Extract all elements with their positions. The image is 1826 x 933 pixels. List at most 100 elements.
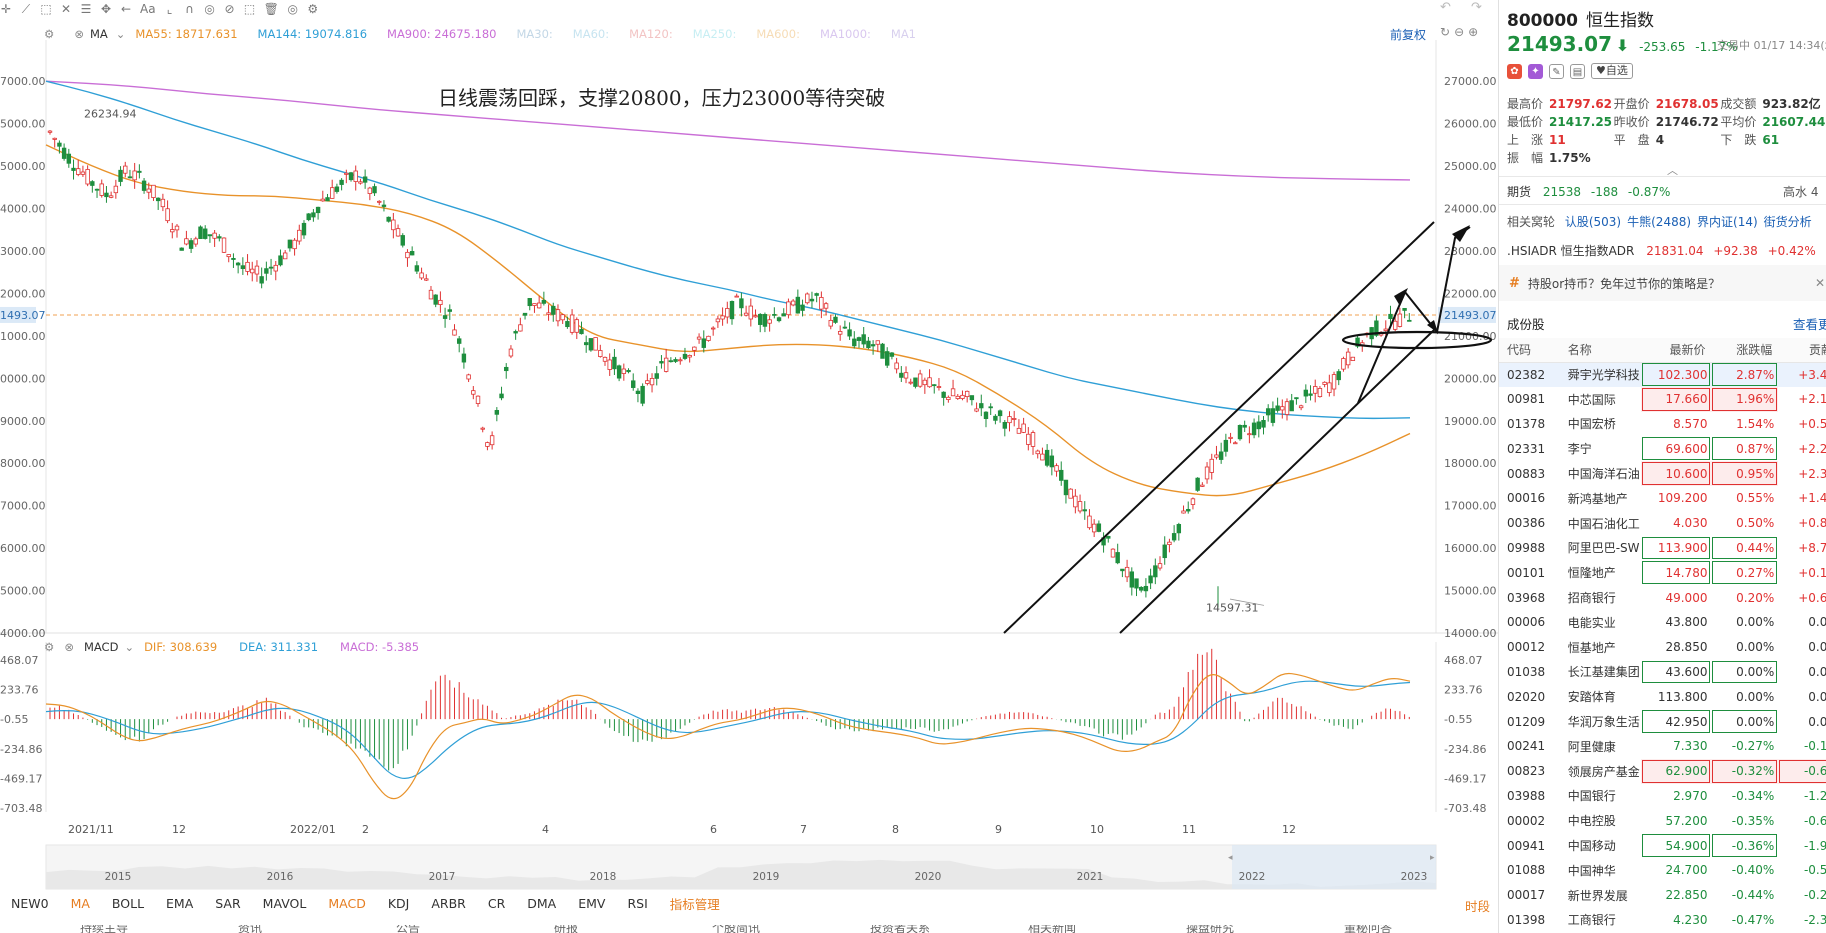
indicator-tab[interactable]: MA — [71, 896, 90, 911]
table-row[interactable]: 00016 新鸿基地产 109.200 0.55% +1.40 — [1499, 486, 1826, 511]
table-row[interactable]: 00006 电能实业 43.800 0.00% 0.00 — [1499, 610, 1826, 635]
stat-label: 平均价 — [1720, 114, 1757, 129]
plugin-icon[interactable]: ✦ — [1528, 63, 1543, 79]
chevron-down-icon[interactable]: ⌄ — [116, 27, 126, 41]
candle-body — [1237, 424, 1243, 440]
warrant-link[interactable]: 认股(503) — [1565, 215, 1621, 229]
warrant-link[interactable]: 界内证(14) — [1697, 215, 1758, 229]
table-row[interactable]: 00241 阿里健康 7.330 -0.27% -0.18 — [1499, 734, 1826, 759]
indicator-tab[interactable]: MAVOL — [263, 896, 307, 911]
view-more-link[interactable]: 查看更多 — [1793, 314, 1826, 333]
draw-tool-9-icon[interactable]: ∩ — [184, 2, 196, 16]
indicator-tab[interactable]: BOLL — [112, 896, 144, 911]
add-watchlist-button[interactable]: ♥自选 — [1591, 63, 1633, 79]
draw-tool-1-icon[interactable]: ⟋ — [20, 2, 32, 17]
table-row[interactable]: 00101 恒隆地产 14.7800.27% +0.18 — [1499, 560, 1826, 585]
table-row[interactable]: 01088 中国神华 24.700 -0.40% -0.54 — [1499, 858, 1826, 883]
table-row[interactable]: 02331 李宁 69.6000.87% +2.29 — [1499, 436, 1826, 461]
table-row[interactable]: 00941 中国移动 54.900-0.36% -1.98 — [1499, 833, 1826, 858]
draw-tool-14-icon[interactable]: ◎ — [287, 2, 299, 16]
info-tab[interactable]: 董秘问答 — [1344, 925, 1392, 933]
close-icon[interactable]: ⊗ — [74, 27, 84, 41]
minus-icon[interactable]: ⊖ — [1454, 25, 1468, 39]
note-icon[interactable]: ✎ — [1549, 63, 1564, 79]
warrant-link[interactable]: 街货分析 — [1764, 215, 1812, 229]
table-row[interactable]: 00883 中国海洋石油10.6000.95% +2.32 — [1499, 461, 1826, 486]
ma-indicator-label[interactable]: MA — [90, 27, 108, 41]
info-tab[interactable]: 研报 — [554, 925, 578, 933]
draw-tool-13-icon[interactable]: 🗑 — [264, 2, 279, 16]
close-promo-icon[interactable]: ✕ — [1815, 276, 1825, 290]
draw-tool-2-icon[interactable]: ⬚ — [40, 2, 52, 16]
column-header[interactable]: 名称 — [1559, 338, 1641, 363]
indicator-tab[interactable]: EMA — [166, 896, 193, 911]
indicator-tab[interactable]: KDJ — [388, 896, 410, 911]
table-row[interactable]: 03968 招商银行 49.000 0.20% +0.63 — [1499, 585, 1826, 610]
redo-icon[interactable]: ↷ — [1471, 0, 1490, 15]
chart-annotation[interactable]: 日线震荡回踩，支撑20800，压力23000等待突破 — [438, 82, 885, 111]
draw-tool-5-icon[interactable]: ✥ — [100, 2, 112, 16]
undo-icon[interactable]: ↶ — [1440, 0, 1459, 15]
promo-banner[interactable]: # 持股or持币？免年过节你的策略是？ ✕ — [1499, 265, 1826, 301]
settings-icon[interactable]: ⚙ — [44, 27, 54, 41]
table-row[interactable]: 00017 新世界发展 22.850 -0.44% -0.23 — [1499, 883, 1826, 908]
draw-tool-4-icon[interactable]: ☰ — [80, 2, 92, 16]
document-icon[interactable]: ▤ — [1570, 63, 1585, 79]
draw-tool-8-icon[interactable]: ⌞ — [164, 2, 176, 16]
info-tab[interactable]: 个股简讯 — [712, 925, 760, 933]
adr-row[interactable]: .HSIADR 恒生指数ADR 21831.04 +92.38 +0.42% — [1507, 242, 1816, 259]
draw-tool-0-icon[interactable]: ✛ — [0, 2, 12, 16]
draw-tool-6-icon[interactable]: ← — [120, 2, 132, 16]
draw-tool-11-icon[interactable]: ⊘ — [224, 2, 236, 16]
macd-indicator-label[interactable]: MACD — [84, 640, 118, 654]
info-tab[interactable]: 相关新闻 — [1028, 925, 1076, 933]
column-header[interactable]: 最新价 — [1640, 338, 1712, 363]
draw-tool-7-icon[interactable]: Aa — [140, 2, 156, 16]
draw-tool-15-icon[interactable]: ⚙ — [307, 2, 319, 16]
indicator-tab[interactable]: 指标管理 — [670, 894, 720, 913]
time-period-button[interactable]: 时段 — [1465, 896, 1490, 915]
table-row[interactable]: 00981 中芯国际 17.6601.96% +2.17 — [1499, 386, 1826, 412]
column-header[interactable]: 贡献 — [1778, 338, 1826, 363]
table-row[interactable]: 09988 阿里巴巴-SW113.9000.44% +8.79 — [1499, 536, 1826, 561]
table-row[interactable]: 00386 中国石油化工 4.030 0.50% +0.82 — [1499, 511, 1826, 536]
info-tab[interactable]: 操盘研究 — [1186, 925, 1234, 933]
table-row[interactable]: 02382舜宇光学科技102.3002.87%+3.42 — [1499, 362, 1826, 387]
table-row[interactable]: 01038 长江基建集团43.6000.00% 0.00 — [1499, 660, 1826, 685]
table-row[interactable]: 00002 中电控股 57.200 -0.35% -0.65 — [1499, 808, 1826, 833]
indicator-tab[interactable]: ARBR — [431, 896, 466, 911]
indicator-tab[interactable]: EMV — [578, 896, 605, 911]
indicator-tab[interactable]: RSI — [627, 896, 647, 911]
macd-chevron-down-icon[interactable]: ⌄ — [124, 640, 134, 654]
macd-settings-icon[interactable]: ⚙ — [44, 640, 54, 654]
indicator-tab[interactable]: MACD — [328, 896, 365, 911]
info-tab[interactable]: 持续主导 — [80, 925, 128, 933]
restore-rights-toggle[interactable]: 前复权 — [1390, 26, 1426, 43]
refresh-icon[interactable]: ↻ — [1440, 25, 1454, 39]
macd-close-icon[interactable]: ⊗ — [64, 640, 74, 654]
table-row[interactable]: 01209 华润万象生活42.9500.00% 0.00 — [1499, 709, 1826, 734]
table-row[interactable]: 02020 安踏体育 113.800 0.00% 0.00 — [1499, 684, 1826, 709]
futures-row[interactable]: 期货 21538 -188 -0.87% — [1507, 183, 1670, 200]
plus-icon[interactable]: ⊕ — [1468, 25, 1482, 39]
warrant-link[interactable]: 牛熊(2488) — [1627, 215, 1691, 229]
info-tab[interactable]: 投资者关系 — [870, 925, 930, 933]
indicator-tab[interactable]: DMA — [527, 896, 556, 911]
sticker-icon[interactable]: ✿ — [1507, 63, 1522, 79]
info-tab[interactable]: 公告 — [396, 925, 420, 933]
table-row[interactable]: 00823 领展房产基金62.900-0.32%-0.68 — [1499, 758, 1826, 784]
table-row[interactable]: 01378 中国宏桥 8.570 1.54% +0.50 — [1499, 412, 1826, 437]
table-row[interactable]: 01398 工商银行 4.230 -0.47% -2.39 — [1499, 908, 1826, 933]
info-tab[interactable]: 资讯 — [238, 925, 262, 933]
indicator-tab[interactable]: CR — [488, 896, 505, 911]
table-row[interactable]: 03988 中国银行 2.970 -0.34% -1.28 — [1499, 784, 1826, 809]
draw-tool-12-icon[interactable]: ⬚ — [244, 2, 256, 16]
draw-tool-10-icon[interactable]: ◎ — [204, 2, 216, 16]
indicator-tab[interactable]: NEW0 — [11, 896, 49, 911]
draw-tool-3-icon[interactable]: ✕ — [60, 2, 72, 16]
column-header[interactable]: 涨跌幅 — [1711, 338, 1779, 363]
column-header[interactable]: 代码 — [1499, 338, 1560, 363]
table-row[interactable]: 00012 恒基地产 28.850 0.00% 0.00 — [1499, 635, 1826, 660]
chart-canvas[interactable]: 27000.00 26000.00 25000.00 24000.00 2 3000.00… — [0, 0, 1498, 933]
indicator-tab[interactable]: SAR — [215, 896, 240, 911]
